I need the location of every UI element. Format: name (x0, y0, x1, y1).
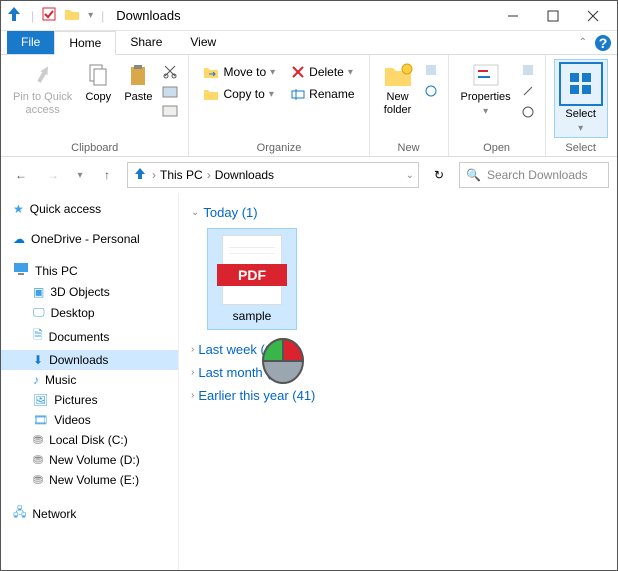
copyto-button[interactable]: Copy to▾ (199, 85, 279, 103)
group-lastweek[interactable]: ›Last week (1) (191, 338, 605, 361)
minimize-button[interactable] (493, 2, 533, 30)
select-button[interactable]: Select ▾ (554, 59, 608, 138)
edit-icon[interactable] (521, 84, 535, 101)
sidebar-item-3d[interactable]: ▣3D Objects (1, 282, 178, 302)
qat-sep2: | (101, 9, 104, 23)
drive-icon: ⛃ (33, 433, 43, 447)
breadcrumb-dropdown-icon[interactable]: ⌄ (406, 170, 414, 181)
checkbox-icon[interactable] (42, 7, 56, 24)
sidebar-item-network[interactable]: 🖧Network (1, 500, 178, 527)
collapse-ribbon-icon[interactable]: ⌃ (579, 37, 587, 48)
sidebar-item-pictures[interactable]: 🖼Pictures (1, 390, 178, 410)
sidebar-item-music[interactable]: ♪Music (1, 370, 178, 390)
videos-icon: 🎞 (33, 413, 48, 427)
rename-button[interactable]: Rename (287, 85, 358, 103)
tab-view[interactable]: View (176, 31, 230, 54)
window-title: Downloads (116, 8, 180, 23)
refresh-button[interactable]: ↻ (427, 163, 451, 187)
address-bar: ← → ▾ ↑ › This PC › Downloads ⌄ ↻ 🔍 Sear… (1, 157, 617, 193)
downloads-icon: ⬇ (33, 353, 43, 367)
sidebar-item-quick[interactable]: ★Quick access (1, 199, 178, 219)
delete-button[interactable]: Delete▾ (287, 63, 358, 81)
sidebar-item-vold[interactable]: ⛃New Volume (D:) (1, 450, 178, 470)
music-icon: ♪ (33, 373, 39, 387)
chevron-right-icon: › (191, 390, 194, 401)
group-new: New folder New (370, 55, 449, 156)
pdf-file-icon: PDF (222, 235, 282, 305)
pictures-icon: 🖼 (33, 393, 48, 407)
downloads-bc-icon (132, 166, 148, 185)
tab-file[interactable]: File (7, 31, 54, 54)
properties-button[interactable]: Properties ▾ (457, 59, 515, 120)
new-item-icon[interactable] (424, 63, 438, 80)
group-open: Properties ▾ Open (449, 55, 546, 156)
file-label: sample (214, 309, 290, 323)
search-icon: 🔍 (466, 168, 481, 182)
help-icon[interactable]: ? (595, 35, 611, 51)
cloud-icon: ☁ (13, 232, 25, 246)
chevron-down-icon: ⌄ (191, 207, 199, 218)
sidebar-item-documents[interactable]: 🗎Documents (1, 323, 178, 350)
pc-icon (13, 262, 29, 279)
copy-path-icon[interactable] (162, 86, 178, 101)
maximize-button[interactable] (533, 2, 573, 30)
sidebar-item-vole[interactable]: ⛃New Volume (E:) (1, 470, 178, 490)
tab-home[interactable]: Home (54, 31, 116, 55)
nav-sidebar: ★Quick access ☁OneDrive - Personal This … (1, 193, 179, 570)
mouse-right-click-overlay (255, 325, 311, 385)
desktop-icon: 🖵 (33, 305, 45, 320)
open-icon[interactable] (521, 63, 535, 80)
chevron-right-icon: › (191, 367, 194, 378)
tab-share[interactable]: Share (116, 31, 176, 54)
qat-dropdown-icon[interactable]: ▾ (88, 10, 93, 21)
app-icon (5, 5, 23, 26)
folder-qat-icon[interactable] (64, 7, 80, 24)
cut-icon[interactable] (162, 63, 178, 82)
group-lastmonth[interactable]: ›Last month (10) (191, 361, 605, 384)
breadcrumb[interactable]: › This PC › Downloads ⌄ (127, 162, 419, 188)
sidebar-item-desktop[interactable]: 🖵Desktop (1, 302, 178, 323)
paste-shortcut-icon[interactable] (162, 105, 178, 120)
breadcrumb-thispc[interactable]: This PC (160, 168, 203, 182)
content-pane: ⌄Today (1) PDF sample ›Last week (1) ›La… (179, 193, 617, 570)
easy-access-icon[interactable] (424, 84, 438, 101)
forward-button[interactable]: → (41, 163, 65, 187)
paste-button[interactable]: Paste (120, 59, 156, 106)
copy-button[interactable]: Copy (80, 59, 116, 106)
search-placeholder: Search Downloads (487, 168, 588, 182)
group-clipboard: Pin to Quick access Copy Paste Clipboard (1, 55, 189, 156)
sidebar-item-thispc[interactable]: This PC (1, 259, 178, 282)
up-button[interactable]: ↑ (95, 163, 119, 187)
ribbon-tabs: File Home Share View ⌃ ? (1, 31, 617, 55)
pin-to-quick-button[interactable]: Pin to Quick access (9, 59, 76, 119)
sidebar-item-downloads[interactable]: ⬇Downloads (1, 350, 178, 370)
drive-icon: ⛃ (33, 473, 43, 487)
breadcrumb-downloads[interactable]: Downloads (215, 168, 274, 182)
group-select: Select ▾ Select (546, 55, 616, 156)
chevron-right-icon: › (191, 344, 194, 355)
drive-icon: ⛃ (33, 453, 43, 467)
star-icon: ★ (13, 202, 24, 216)
history-icon[interactable] (521, 105, 535, 122)
search-box[interactable]: 🔍 Search Downloads (459, 162, 609, 188)
doc-icon: 🗎 (33, 326, 43, 347)
new-folder-button[interactable]: New folder (378, 59, 418, 119)
title-bar: | ▾ | Downloads (1, 1, 617, 31)
back-button[interactable]: ← (9, 163, 33, 187)
close-button[interactable] (573, 2, 613, 30)
group-organize: Move to▾ Copy to▾ Delete▾ Rename Organiz… (189, 55, 369, 156)
ribbon: Pin to Quick access Copy Paste Clipboard… (1, 55, 617, 157)
recent-dropdown[interactable]: ▾ (73, 163, 87, 187)
file-sample[interactable]: PDF sample (207, 228, 297, 330)
sidebar-item-localc[interactable]: ⛃Local Disk (C:) (1, 430, 178, 450)
group-earlier[interactable]: ›Earlier this year (41) (191, 384, 605, 407)
group-today[interactable]: ⌄Today (1) (191, 201, 605, 224)
sidebar-item-videos[interactable]: 🎞Videos (1, 410, 178, 430)
qat-sep: | (31, 9, 34, 23)
moveto-button[interactable]: Move to▾ (199, 63, 279, 81)
sidebar-item-onedrive[interactable]: ☁OneDrive - Personal (1, 229, 178, 249)
network-icon: 🖧 (13, 503, 26, 524)
cube-icon: ▣ (33, 285, 44, 299)
